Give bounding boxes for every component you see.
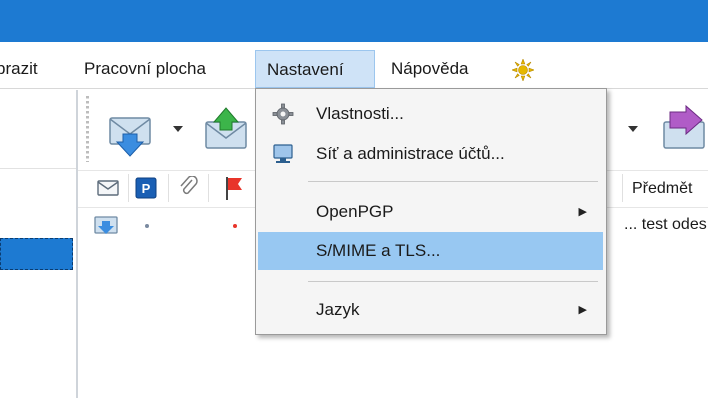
pgp-status-dot — [145, 224, 149, 228]
message-subject: ... test odes — [624, 216, 707, 233]
sun-icon[interactable] — [512, 59, 534, 81]
menu-separator — [308, 281, 598, 282]
menu-bar: brazit Pracovní plocha Nastavení Nápověd… — [0, 50, 708, 89]
send-mail-icon[interactable] — [200, 106, 256, 156]
menu-item-properties[interactable]: Vlastnosti... — [258, 95, 603, 133]
read-status-column-icon[interactable] — [96, 178, 120, 198]
settings-dropdown-menu: Vlastnosti... Síť a administrace účtů...… — [255, 88, 607, 335]
menu-item-label: Síť a administrace účtů... — [316, 144, 505, 163]
title-bar — [0, 0, 708, 42]
menu-item-label: OpenPGP — [316, 202, 394, 221]
menu-zobrazit[interactable]: brazit — [0, 50, 38, 88]
forward-dropdown-icon[interactable] — [626, 124, 640, 134]
flag-status-dot[interactable] — [233, 224, 237, 228]
selected-folder-item[interactable] — [0, 238, 73, 270]
menu-separator — [308, 181, 598, 182]
menu-item-label: S/MIME a TLS... — [316, 241, 441, 260]
menu-item-label: Vlastnosti... — [316, 104, 404, 123]
menu-pracovni-plocha[interactable]: Pracovní plocha — [84, 50, 206, 88]
menu-napoveda[interactable]: Nápověda — [391, 50, 469, 88]
get-mail-icon[interactable] — [104, 110, 164, 160]
network-computer-icon — [273, 144, 293, 163]
column-separator[interactable] — [128, 174, 129, 202]
get-mail-dropdown-icon[interactable] — [171, 124, 185, 134]
column-separator[interactable] — [208, 174, 209, 202]
menu-nastaveni[interactable]: Nastavení — [255, 50, 375, 88]
subject-column-header[interactable]: Předmět — [632, 180, 692, 198]
menu-item-network-accounts[interactable]: Síť a administrace účtů... — [258, 135, 603, 173]
menu-item-smime-tls[interactable]: S/MIME a TLS... — [258, 232, 603, 270]
menu-item-language[interactable]: Jazyk ▶ — [258, 291, 603, 329]
menu-item-openpgp[interactable]: OpenPGP ▶ — [258, 193, 603, 231]
flag-column-icon[interactable] — [222, 174, 246, 202]
menu-item-label: Jazyk — [316, 300, 360, 319]
column-separator[interactable] — [168, 174, 169, 202]
submenu-arrow-icon: ▶ — [578, 206, 587, 218]
svg-text:P: P — [142, 181, 151, 196]
pgp-column-icon[interactable]: P — [134, 176, 158, 200]
message-status-icon — [94, 216, 118, 234]
attachment-column-icon[interactable] — [178, 176, 200, 200]
column-separator[interactable] — [622, 174, 623, 202]
toolbar-grip[interactable] — [86, 96, 89, 162]
submenu-arrow-icon: ▶ — [578, 304, 587, 316]
reply-icon[interactable] — [656, 104, 708, 154]
gear-icon — [272, 103, 294, 125]
folder-pane-divider — [0, 168, 76, 169]
